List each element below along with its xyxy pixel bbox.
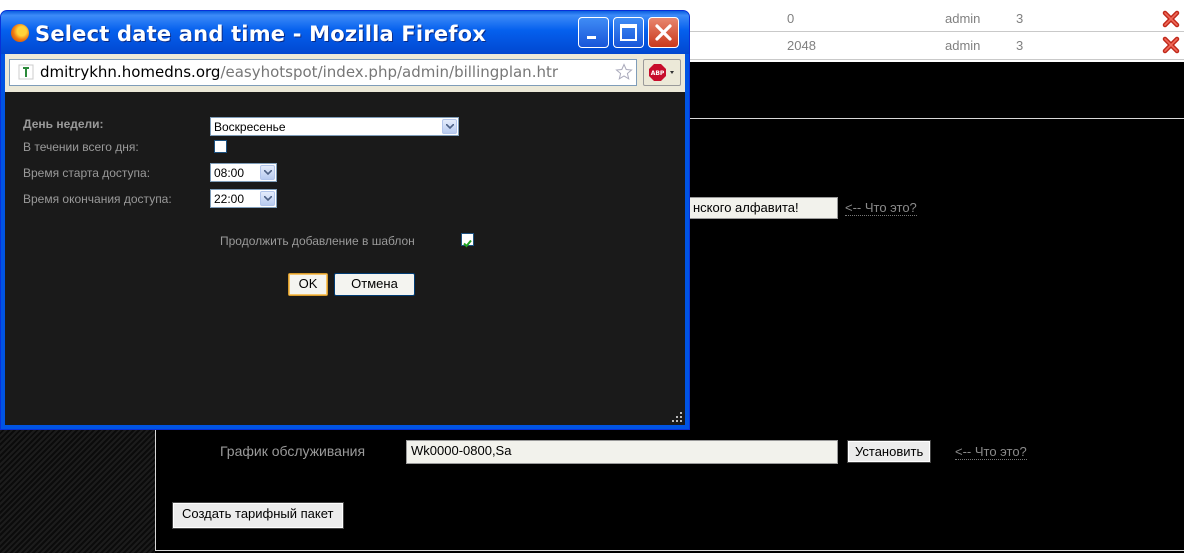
end-time-select[interactable]: 22:00 <box>210 189 277 208</box>
maximize-icon <box>620 24 637 41</box>
chevron-down-icon <box>260 165 275 180</box>
popup-window: Select date and time - Mozilla Firefox d… <box>0 10 690 430</box>
chevron-down-icon <box>260 191 275 206</box>
row-value: 2048 <box>787 38 816 53</box>
all-day-label: В течении всего дня: <box>23 140 139 154</box>
adblock-button[interactable]: ABP <box>643 59 681 86</box>
row-value: 0 <box>787 11 795 26</box>
resize-grip-icon[interactable] <box>671 411 683 423</box>
create-plan-button[interactable]: Создать тарифный пакет <box>172 502 344 529</box>
row-count: 3 <box>1016 11 1024 26</box>
start-time-value: 08:00 <box>214 166 245 180</box>
name-input-text: нского алфавита! <box>693 200 799 215</box>
weekday-label: День недели: <box>23 117 104 131</box>
url-path: /easyhotspot/index.php/admin/billingplan… <box>220 63 559 81</box>
start-time-select[interactable]: 08:00 <box>210 163 277 182</box>
check-icon <box>463 239 472 248</box>
schedule-label: График обслуживания <box>220 443 366 459</box>
window-title: Select date and time - Mozilla Firefox <box>35 22 487 46</box>
end-time-label: Время окончания доступа: <box>23 192 172 206</box>
red-x-icon[interactable] <box>1162 10 1180 28</box>
url-host: dmitrykhn.homedns.org <box>40 63 221 81</box>
continue-checkbox[interactable] <box>461 233 474 248</box>
svg-text:ABP: ABP <box>651 70 665 77</box>
row-user: admin <box>945 11 981 26</box>
url-bar: dmitrykhn.homedns.org/easyhotspot/index.… <box>5 54 685 92</box>
chevron-down-icon <box>442 119 457 134</box>
left-sidebar-pattern <box>0 418 155 553</box>
url-field[interactable]: dmitrykhn.homedns.org/easyhotspot/index.… <box>9 59 637 86</box>
cancel-button[interactable]: Отмена <box>334 273 415 296</box>
url-text: dmitrykhn.homedns.org/easyhotspot/index.… <box>40 63 558 81</box>
title-bar[interactable]: Select date and time - Mozilla Firefox <box>1 11 689 54</box>
schedule-input[interactable]: Wk0000-0800,Sa <box>406 440 838 464</box>
site-icon <box>18 64 34 80</box>
schedule-input-text: Wk0000-0800,Sa <box>411 443 512 458</box>
all-day-checkbox[interactable] <box>214 140 227 153</box>
ok-button[interactable]: OK <box>288 273 328 296</box>
firefox-icon <box>11 24 29 42</box>
row-count: 3 <box>1016 38 1024 53</box>
minimize-button[interactable] <box>578 17 609 48</box>
schedule-help-link[interactable]: <-- Что это? <box>955 444 1027 460</box>
close-icon <box>655 24 672 41</box>
abp-icon: ABP <box>649 64 674 81</box>
row-user: admin <box>945 38 981 53</box>
start-time-label: Время старта доступа: <box>23 166 151 180</box>
set-button[interactable]: Установить <box>846 440 932 463</box>
star-icon[interactable] <box>615 63 633 81</box>
close-button[interactable] <box>648 17 679 48</box>
help-link[interactable]: <-- Что это? <box>845 200 917 216</box>
red-x-icon[interactable] <box>1162 36 1180 54</box>
maximize-button[interactable] <box>613 17 644 48</box>
continue-label: Продолжить добавление в шаблон <box>220 234 415 248</box>
minimize-icon <box>587 36 596 39</box>
end-time-value: 22:00 <box>214 192 245 206</box>
weekday-value: Воскресенье <box>214 120 286 134</box>
weekday-select[interactable]: Воскресенье <box>210 117 459 136</box>
popup-body: День недели: Воскресенье В течении всего… <box>5 92 685 425</box>
name-input[interactable]: нского алфавита! <box>688 197 838 219</box>
